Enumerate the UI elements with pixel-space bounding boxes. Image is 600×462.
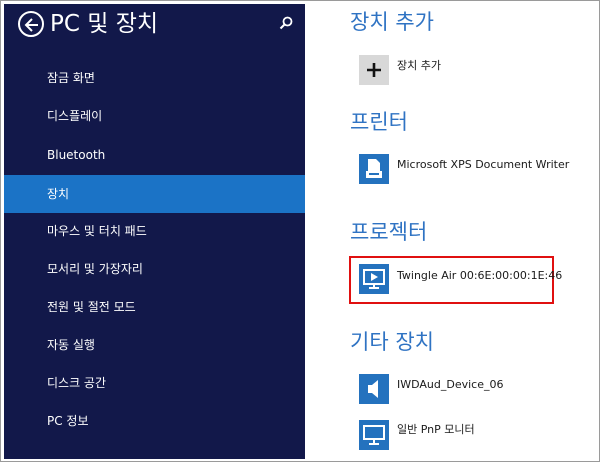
settings-sidebar: PC 및 장치 잠금 화면 디스플레이 Bluetooth 장치 마우스 및 터… <box>4 4 305 459</box>
window-frame: PC 및 장치 잠금 화면 디스플레이 Bluetooth 장치 마우스 및 터… <box>0 0 600 462</box>
section-heading-printers: 프린터 <box>350 110 408 134</box>
sidebar-item-label: 자동 실행 <box>47 338 95 352</box>
page-title: PC 및 장치 <box>50 11 159 37</box>
back-button[interactable] <box>18 11 44 37</box>
sidebar-item-label: 모서리 및 가장자리 <box>47 262 143 276</box>
speaker-icon <box>359 374 389 404</box>
sidebar-item-bluetooth[interactable]: Bluetooth <box>4 136 305 174</box>
sidebar-item-label: 장치 <box>47 187 70 201</box>
sidebar-item-label: 마우스 및 터치 패드 <box>47 224 147 238</box>
search-icon[interactable] <box>278 15 294 31</box>
monitor-icon <box>359 420 389 450</box>
sidebar-item-label: 전원 및 절전 모드 <box>47 300 136 314</box>
devices-panel: 장치 추가 장치 추가 프린터 Microsoft XPS Document W… <box>305 4 598 459</box>
sidebar-item-label: 디스플레이 <box>47 109 103 123</box>
sidebar-item-label: PC 정보 <box>47 414 89 428</box>
device-item-xps-writer[interactable]: Microsoft XPS Document Writer <box>359 154 589 190</box>
sidebar-item-label: Bluetooth <box>47 148 106 162</box>
sidebar-item-devices[interactable]: 장치 <box>4 175 305 213</box>
device-item-twingle-air[interactable]: Twingle Air 00:6E:00:00:1E:46 <box>359 264 589 300</box>
sidebar-item-lock-screen[interactable]: 잠금 화면 <box>4 59 305 97</box>
device-name: Microsoft XPS Document Writer <box>397 158 570 171</box>
sidebar-item-disk-space[interactable]: 디스크 공간 <box>4 364 305 402</box>
sidebar-header: PC 및 장치 <box>4 4 305 44</box>
device-name: 일반 PnP 모니터 <box>397 423 475 436</box>
plus-icon <box>359 55 389 85</box>
add-device-button[interactable]: 장치 추가 <box>359 55 589 91</box>
device-name: 장치 추가 <box>397 59 441 72</box>
sidebar-item-mouse-touchpad[interactable]: 마우스 및 터치 패드 <box>4 212 305 250</box>
sidebar-item-pc-info[interactable]: PC 정보 <box>4 402 305 440</box>
projector-icon <box>359 264 389 294</box>
sidebar-item-autoplay[interactable]: 자동 실행 <box>4 326 305 364</box>
device-name: IWDAud_Device_06 <box>397 378 504 391</box>
sidebar-item-display[interactable]: 디스플레이 <box>4 97 305 135</box>
section-heading-projectors: 프로젝터 <box>350 220 428 244</box>
device-name: Twingle Air 00:6E:00:00:1E:46 <box>397 269 563 282</box>
printer-icon <box>359 154 389 184</box>
device-item-iwdaud[interactable]: IWDAud_Device_06 <box>359 374 589 410</box>
sidebar-item-label: 잠금 화면 <box>47 71 95 85</box>
sidebar-item-corners-edges[interactable]: 모서리 및 가장자리 <box>4 250 305 288</box>
sidebar-item-label: 디스크 공간 <box>47 376 107 390</box>
sidebar-item-power-sleep[interactable]: 전원 및 절전 모드 <box>4 288 305 326</box>
device-item-pnp-monitor[interactable]: 일반 PnP 모니터 <box>359 420 589 456</box>
section-heading-other-devices: 기타 장치 <box>350 330 434 354</box>
back-arrow-icon <box>24 18 38 32</box>
section-heading-add-device: 장치 추가 <box>350 10 434 34</box>
